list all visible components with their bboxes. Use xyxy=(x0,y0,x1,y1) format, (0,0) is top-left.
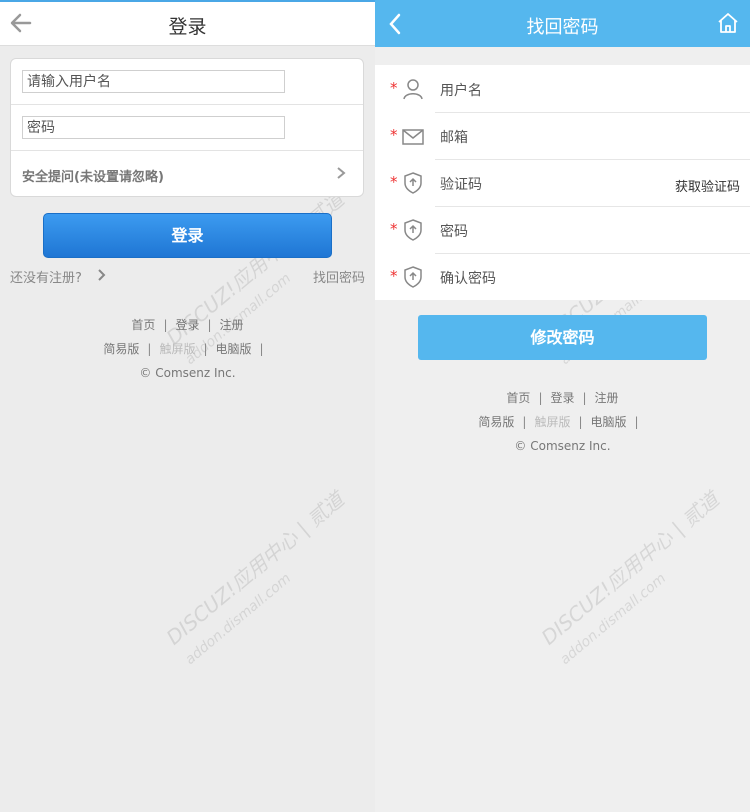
password-row xyxy=(11,105,363,151)
login-form: 安全提问(未设置请忽略) xyxy=(10,58,364,197)
recover-header: 找回密码 xyxy=(375,0,750,47)
home-icon[interactable] xyxy=(716,11,740,35)
password-input[interactable] xyxy=(22,116,285,139)
new-password-field[interactable]: * 密码 xyxy=(375,206,750,253)
watermark: DISCUZ!应用中心 | 贰道 addon.dismall.com xyxy=(161,487,349,668)
copyright: © Comsenz Inc. xyxy=(139,366,236,380)
mail-icon xyxy=(402,129,424,145)
username-row xyxy=(11,59,363,105)
email-field[interactable]: * 邮箱 xyxy=(375,112,750,159)
confirm-password-field[interactable]: * 确认密码 xyxy=(375,253,750,300)
chevron-right-icon xyxy=(337,167,346,179)
copyright: © Comsenz Inc. xyxy=(514,439,611,453)
find-password-link[interactable]: 找回密码 xyxy=(313,267,365,286)
required-mark: * xyxy=(390,267,398,285)
login-panel: DISCUZ!应用中心 | 贰道 addon.dismall.com DISCU… xyxy=(0,0,375,812)
recover-panel: DISCUZ!应用中心 | 贰道 addon.dismall.com DISCU… xyxy=(375,0,750,812)
get-code-button[interactable]: 获取验证码 xyxy=(675,176,740,195)
footer-register-link[interactable]: 注册 xyxy=(220,318,244,332)
change-password-button[interactable]: 修改密码 xyxy=(418,315,707,360)
footer-simple-link[interactable]: 简易版 xyxy=(103,342,139,356)
user-icon xyxy=(403,79,423,100)
footer-touch-link: 触屏版 xyxy=(534,415,571,429)
required-mark: * xyxy=(390,79,398,97)
footer-home-link[interactable]: 首页 xyxy=(506,391,530,405)
page-title: 登录 xyxy=(168,16,207,38)
security-question-label: 安全提问(未设置请忽略) xyxy=(22,170,164,185)
login-header: 登录 xyxy=(0,0,375,46)
footer: 首页 | 登录 | 注册 简易版 | 触屏版 | 电脑版 | © Comsenz Inc. xyxy=(0,313,375,385)
required-mark: * xyxy=(390,126,398,144)
footer-pc-link[interactable]: 电脑版 xyxy=(216,342,252,356)
confirm-password-label: 确认密码 xyxy=(440,271,496,287)
shield-icon xyxy=(404,172,422,194)
username-label: 用户名 xyxy=(440,83,482,99)
footer: 首页 | 登录 | 注册 简易版 | 触屏版 | 电脑版 | © Comsenz Inc. xyxy=(375,386,750,458)
footer-register-link[interactable]: 注册 xyxy=(595,391,619,405)
shield-icon xyxy=(404,266,422,288)
recover-form: * 用户名 * 邮箱 * 验证码 * 密码 * 确认密码 获取验证码 xyxy=(375,65,750,300)
username-field[interactable]: * 用户名 xyxy=(375,65,750,112)
footer-simple-link[interactable]: 简易版 xyxy=(478,415,514,429)
chevron-right-icon xyxy=(98,269,106,281)
captcha-label: 验证码 xyxy=(440,177,482,193)
page-title: 找回密码 xyxy=(526,17,599,38)
email-label: 邮箱 xyxy=(440,130,468,146)
new-password-label: 密码 xyxy=(440,224,468,240)
footer-login-link[interactable]: 登录 xyxy=(550,391,574,405)
footer-home-link[interactable]: 首页 xyxy=(131,318,155,332)
username-input[interactable] xyxy=(22,70,285,93)
footer-login-link[interactable]: 登录 xyxy=(175,318,199,332)
login-button[interactable]: 登录 xyxy=(43,213,332,258)
footer-pc-link[interactable]: 电脑版 xyxy=(591,415,627,429)
shield-icon xyxy=(404,219,422,241)
footer-touch-link: 触屏版 xyxy=(159,342,196,356)
required-mark: * xyxy=(390,220,398,238)
security-question-select[interactable]: 安全提问(未设置请忽略) xyxy=(11,151,363,197)
required-mark: * xyxy=(390,173,398,191)
register-link[interactable]: 还没有注册? xyxy=(10,267,82,286)
watermark: DISCUZ!应用中心 | 贰道 addon.dismall.com xyxy=(536,487,724,668)
